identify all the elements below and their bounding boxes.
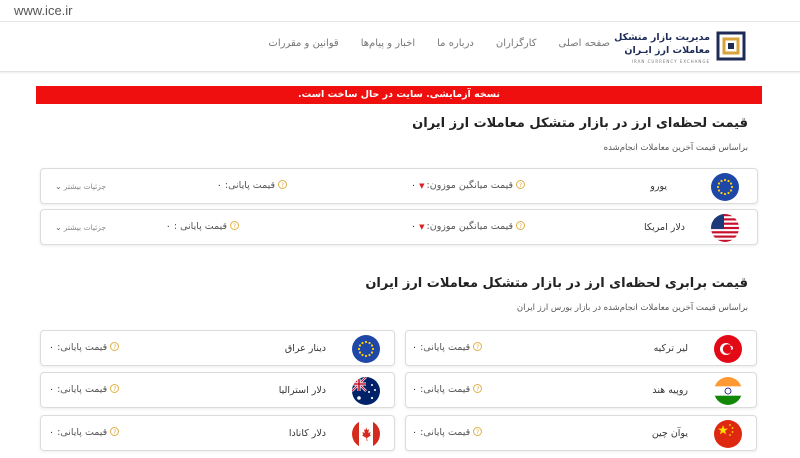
currency-name: یورو	[650, 181, 667, 192]
nav-regulations[interactable]: قوانین و مقررات	[268, 38, 338, 56]
final-price-field: ?قیمت پایانی :۰	[166, 221, 239, 232]
nav-news[interactable]: اخبار و پیام‌ها	[361, 38, 415, 56]
final-price-field: ?قیمت پایانی:۰	[49, 384, 120, 395]
logo-mark-icon	[716, 31, 746, 61]
pair-card-inr: روپیه هند ?قیمت پایانی:۰	[405, 372, 757, 408]
help-icon[interactable]: ?	[230, 221, 239, 230]
help-icon[interactable]: ?	[110, 427, 120, 436]
currency-row-usd: دلار امریکا ?قیمت میانگین موزون:▼۰ ?قیمت…	[40, 209, 758, 245]
cn-flag-icon	[714, 420, 742, 448]
section2-subtitle: براساس قیمت آخرین معاملات انجام‌شده در ب…	[516, 303, 748, 313]
us-flag-icon	[711, 214, 739, 242]
help-icon[interactable]: ?	[516, 221, 525, 230]
more-details-button[interactable]: جزئیات بیشتر⌄	[55, 182, 106, 191]
final-price-field: ?قیمت پایانی:۰	[412, 384, 483, 395]
logo-title-line2: معاملات ارز ایـران	[624, 45, 710, 56]
avg-price-field: ?قیمت میانگین موزون:▼۰	[411, 180, 525, 191]
pair-card-cad: دلار کانادا ?قیمت پایانی:۰	[40, 415, 395, 451]
avg-price-field: ?قیمت میانگین موزون:▼۰	[411, 221, 525, 232]
help-icon[interactable]: ?	[110, 342, 120, 351]
currency-name: روپیه هند	[652, 385, 688, 396]
eu-flag-icon	[352, 335, 380, 363]
currency-name: دلار استرالیا	[278, 385, 326, 396]
eu-flag-icon	[711, 173, 739, 201]
site-logo[interactable]: مدیریت بازار متشکل معاملات ارز ایـران IR…	[614, 28, 746, 68]
section1-subtitle: براساس قیمت آخرین معاملات انجام‌شده	[603, 143, 748, 153]
au-flag-icon	[352, 377, 380, 405]
main-nav: صفحه اصلی کارگزاران درباره ما اخبار و پی…	[240, 38, 610, 56]
help-icon[interactable]: ?	[516, 180, 525, 189]
beta-warning-banner: نسخه آزمایشی. سایت در حال ساخت است.	[36, 86, 762, 104]
currency-name: دینار عراق	[284, 343, 326, 354]
site-header: صفحه اصلی کارگزاران درباره ما اخبار و پی…	[0, 22, 800, 72]
chevron-down-icon: ⌄	[55, 182, 62, 191]
currency-name: دلار کانادا	[288, 428, 326, 439]
help-icon[interactable]: ?	[473, 342, 483, 351]
tr-flag-icon	[714, 335, 742, 363]
logo-title-line1: مدیریت بازار متشکل	[614, 32, 710, 43]
currency-name: یوآن چین	[651, 428, 688, 439]
final-price-field: ?قیمت پایانی:۰	[412, 342, 483, 353]
nav-home[interactable]: صفحه اصلی	[559, 38, 610, 56]
currency-name: لیر ترکیه	[653, 343, 688, 354]
final-price-field: ?قیمت پایانی:۰	[49, 427, 120, 438]
ca-flag-icon	[352, 420, 380, 448]
pair-card-iqd: دینار عراق ?قیمت پایانی:۰	[40, 330, 395, 366]
more-details-button[interactable]: جزئیات بیشتر⌄	[55, 223, 106, 232]
help-icon[interactable]: ?	[473, 384, 483, 393]
logo-subtitle: IRAN CURRENCY EXCHANGE	[631, 59, 710, 64]
nav-about[interactable]: درباره ما	[437, 38, 474, 56]
pair-card-try: لیر ترکیه ?قیمت پایانی:۰	[405, 330, 757, 366]
pair-card-cny: یوآن چین ?قیمت پایانی:۰	[405, 415, 757, 451]
browser-address-bar[interactable]: www.ice.ir	[0, 0, 800, 22]
final-price-field: ?قیمت پایانی:۰	[412, 427, 483, 438]
section1-title: قیمت لحظه‌ای ارز در بازار متشکل معاملات …	[412, 116, 748, 131]
currency-name: دلار امریکا	[643, 222, 685, 233]
nav-brokers[interactable]: کارگزاران	[496, 38, 537, 56]
help-icon[interactable]: ?	[473, 427, 483, 436]
final-price-field: ?قیمت پایانی:۰	[49, 342, 120, 353]
trend-down-icon: ▼	[419, 182, 425, 190]
help-icon[interactable]: ?	[110, 384, 120, 393]
chevron-down-icon: ⌄	[55, 223, 62, 232]
in-flag-icon	[714, 377, 742, 405]
pair-card-aud: دلار استرالیا ?قیمت پایانی:۰	[40, 372, 395, 408]
currency-row-euro: یورو ?قیمت میانگین موزون:▼۰ ?قیمت پایانی…	[40, 168, 758, 204]
section2-title: قیمت برابری لحظه‌ای ارز در بازار متشکل م…	[365, 276, 748, 291]
trend-down-icon: ▼	[419, 223, 425, 231]
final-price-field: ?قیمت پایانی:۰	[217, 180, 287, 191]
url-text[interactable]: www.ice.ir	[14, 3, 73, 18]
help-icon[interactable]: ?	[278, 180, 287, 189]
